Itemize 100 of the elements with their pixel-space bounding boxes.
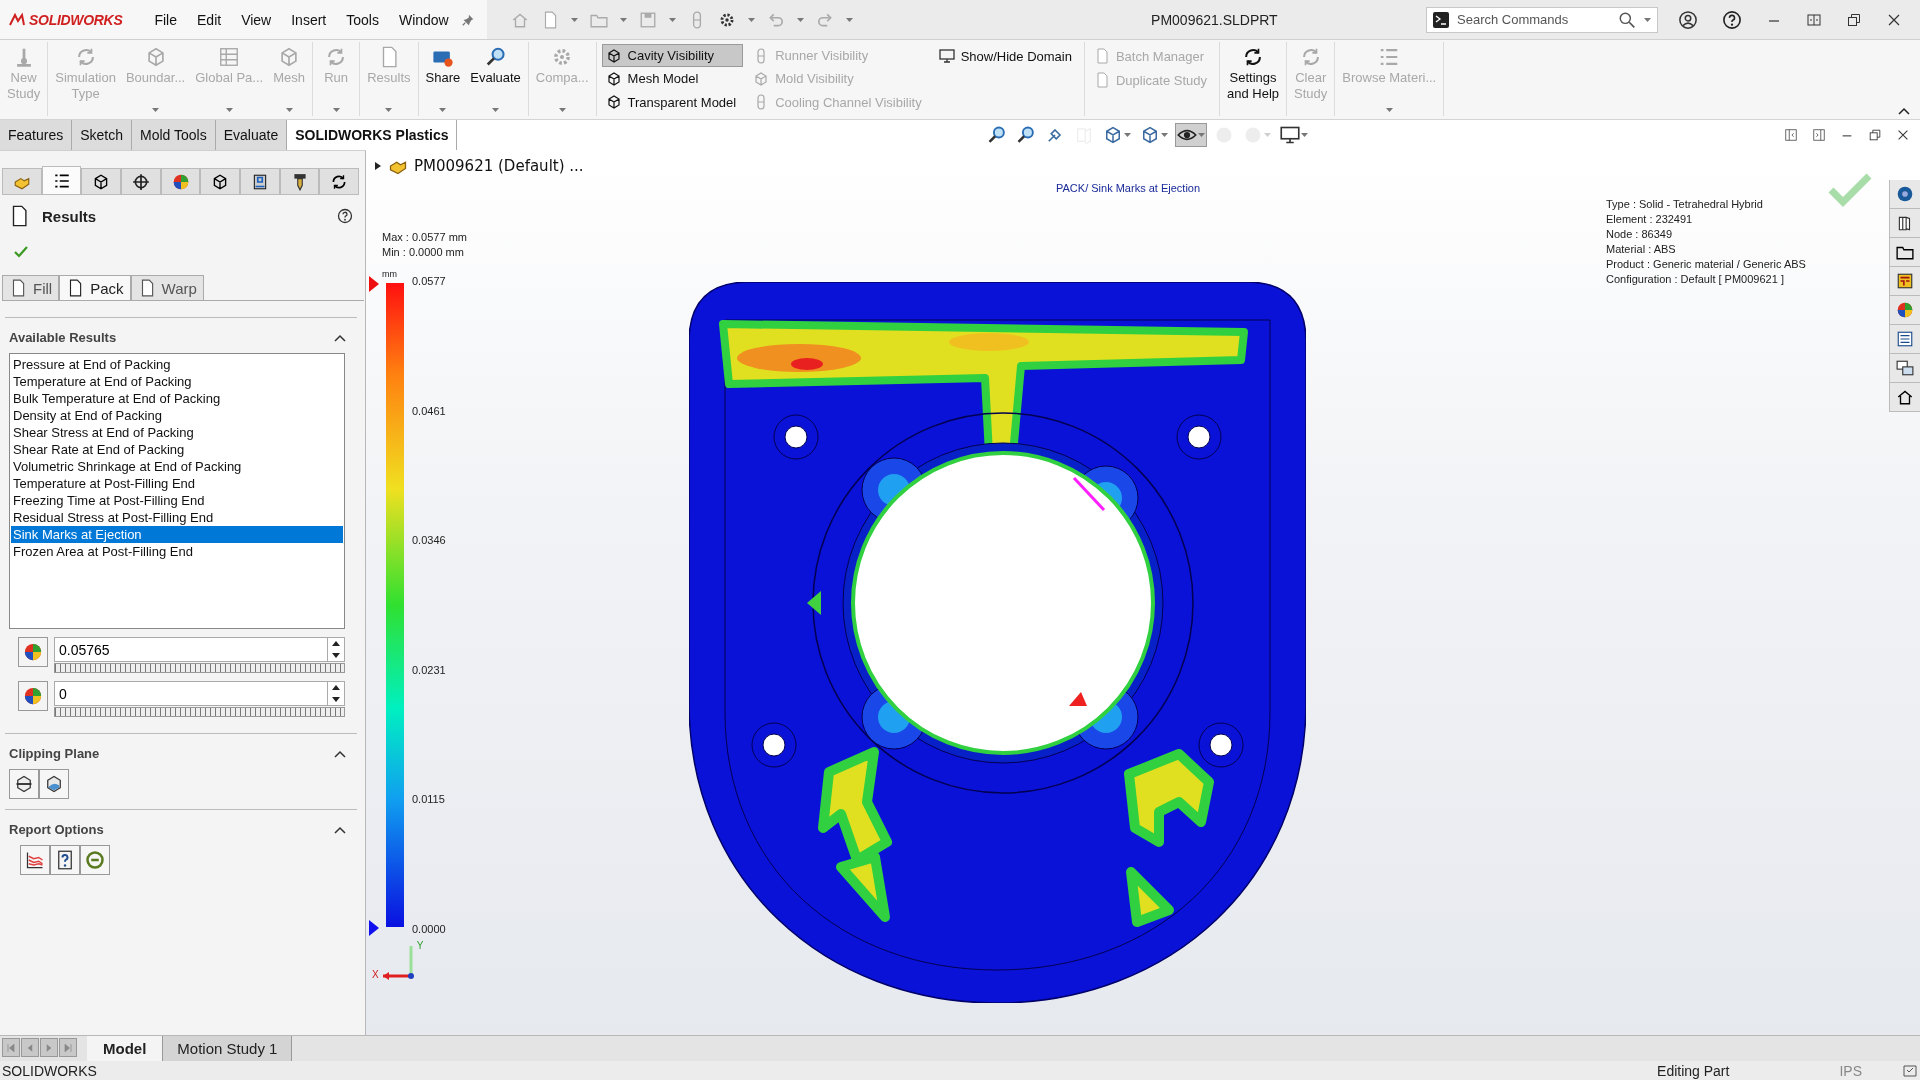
list-item[interactable]: Temperature at Post-Filling End	[11, 475, 343, 492]
dropdown-arrow-icon[interactable]	[668, 17, 676, 22]
question-icon	[55, 850, 75, 870]
caret-icon[interactable]	[333, 332, 347, 343]
ribbon-button[interactable]: Settings and Help	[1223, 42, 1284, 116]
panel-tab[interactable]	[81, 168, 121, 194]
restore-icon[interactable]	[1868, 128, 1882, 142]
tile-icon[interactable]	[1806, 11, 1822, 28]
tree-item[interactable]: PM009621 (Default) ...	[414, 157, 584, 175]
ribbon-button[interactable]: Transparent Model	[601, 90, 744, 114]
spin-up-icon[interactable]	[332, 641, 340, 647]
scale-label: 0.0461	[412, 404, 446, 417]
rebuild-icon[interactable]	[1902, 1062, 1918, 1079]
bottom-tab[interactable]: Model	[87, 1036, 164, 1061]
zoom-area-icon	[1016, 125, 1036, 145]
list-item[interactable]: Sink Marks at Ejection	[11, 526, 343, 543]
panel-tab[interactable]	[319, 168, 360, 194]
panel-tab[interactable]	[200, 168, 241, 194]
mesh-info-text: Material : ABS	[1606, 242, 1677, 257]
report-button[interactable]	[20, 845, 50, 875]
panel-right-icon[interactable]	[1812, 128, 1826, 142]
tab[interactable]: Evaluate	[215, 120, 288, 150]
search-icon[interactable]	[1618, 10, 1636, 29]
tab[interactable]: Features	[0, 120, 73, 150]
list-item[interactable]: Pressure at End of Packing	[11, 356, 343, 373]
search-field[interactable]: Search Commands	[1457, 12, 1610, 27]
search-box[interactable]: Search Commands	[1426, 6, 1658, 33]
list-item[interactable]: Temperature at End of Packing	[11, 373, 343, 390]
list-item[interactable]: Density at End of Packing	[11, 407, 343, 424]
grid-icon	[218, 46, 241, 68]
dropdown-arrow-icon	[1124, 133, 1131, 137]
result-tab[interactable]: Fill	[2, 275, 60, 300]
scale-label: 0.0231	[412, 663, 446, 676]
max-threshold-button[interactable]	[18, 637, 48, 667]
mesh-info-text: Configuration : Default [ PM009621 ]	[1606, 272, 1785, 287]
min-threshold-button[interactable]	[18, 681, 48, 711]
help-icon[interactable]	[1722, 9, 1742, 30]
upper-limit-marker[interactable]	[369, 276, 379, 292]
pin-icon[interactable]	[460, 12, 475, 27]
tab[interactable]: Sketch	[72, 120, 133, 150]
caret-icon[interactable]	[333, 824, 347, 835]
report-button[interactable]	[50, 845, 80, 875]
skip-arrow-icon	[5, 1041, 17, 1054]
panel-tab[interactable]	[121, 168, 161, 194]
ribbon-button[interactable]: Evaluate	[466, 42, 525, 116]
spin-down-icon[interactable]	[332, 652, 340, 658]
list-item[interactable]: Volumetric Shrinkage at End of Packing	[11, 458, 343, 475]
menu-item[interactable]: Edit	[189, 7, 230, 32]
menu-item[interactable]: Tools	[338, 7, 387, 32]
spin-up-icon[interactable]	[332, 685, 340, 691]
panel-tab[interactable]	[41, 166, 82, 194]
dropdown-arrow-icon[interactable]	[1644, 17, 1651, 22]
list-item[interactable]: Bulk Temperature at End of Packing	[11, 390, 343, 407]
result-tab[interactable]: Warp	[130, 275, 204, 300]
zoom-to-fit-icon	[987, 125, 1007, 145]
restore-icon[interactable]	[1846, 11, 1862, 28]
dropdown-arrow-icon[interactable]	[747, 17, 755, 22]
dropdown-arrow-icon[interactable]	[845, 17, 853, 22]
spin-down-icon[interactable]	[332, 696, 340, 702]
number-field[interactable]: 0	[54, 681, 327, 706]
panel-tab[interactable]	[240, 168, 280, 194]
list-item[interactable]: Residual Stress at Post-Filling End	[11, 509, 343, 526]
ribbon-button[interactable]: Show/Hide Domain	[934, 44, 1079, 68]
dropdown-arrow-icon[interactable]	[570, 17, 578, 22]
expand-arrow-icon[interactable]	[374, 161, 382, 171]
clipping-button[interactable]	[9, 769, 39, 799]
list-item[interactable]: Shear Stress at End of Packing	[11, 424, 343, 441]
collapse-caret-icon[interactable]	[1898, 107, 1910, 115]
menu-item[interactable]: File	[146, 7, 185, 32]
section-title: Available Results	[9, 330, 117, 345]
list-item[interactable]: Shear Rate at End of Packing	[11, 441, 343, 458]
user-icon[interactable]	[1678, 9, 1698, 30]
caret-icon[interactable]	[333, 748, 347, 759]
mesh-info-text: Node : 86349	[1606, 227, 1674, 242]
help-icon[interactable]	[337, 208, 353, 224]
result-tab[interactable]: Pack	[59, 275, 131, 300]
bottom-tab[interactable]: Motion Study 1	[163, 1036, 293, 1061]
lower-limit-marker[interactable]	[369, 920, 379, 936]
list-item[interactable]: Frozen Area at Post-Filling End	[11, 543, 343, 560]
close-icon[interactable]	[1896, 128, 1910, 142]
panel-left-icon[interactable]	[1784, 128, 1798, 142]
dropdown-arrow-icon[interactable]	[619, 17, 627, 22]
tab[interactable]: Mold Tools	[132, 120, 216, 150]
ribbon-button[interactable]: Cavity Visibility	[601, 44, 744, 68]
panel-tab[interactable]	[279, 168, 320, 194]
color-eye-icon	[23, 642, 43, 662]
list-item[interactable]: Freezing Time at Post-Filling End	[11, 492, 343, 509]
clipping-button[interactable]	[39, 769, 69, 799]
number-field[interactable]: 0.05765	[54, 637, 327, 662]
view-toolbar-button[interactable]	[1175, 123, 1207, 147]
menu-item[interactable]: Insert	[283, 7, 335, 32]
ribbon-button[interactable]: Mesh Model	[601, 67, 744, 91]
ribbon-button[interactable]: Share	[421, 42, 465, 116]
view-orientation-icon	[1103, 125, 1123, 145]
dropdown-arrow-icon	[332, 108, 340, 112]
menu-item[interactable]: View	[233, 7, 280, 32]
checkmark-icon[interactable]	[1828, 172, 1872, 208]
magnifier-icon	[484, 46, 507, 68]
dropdown-arrow-icon[interactable]	[796, 17, 804, 22]
menu-item[interactable]: Window	[390, 7, 457, 32]
